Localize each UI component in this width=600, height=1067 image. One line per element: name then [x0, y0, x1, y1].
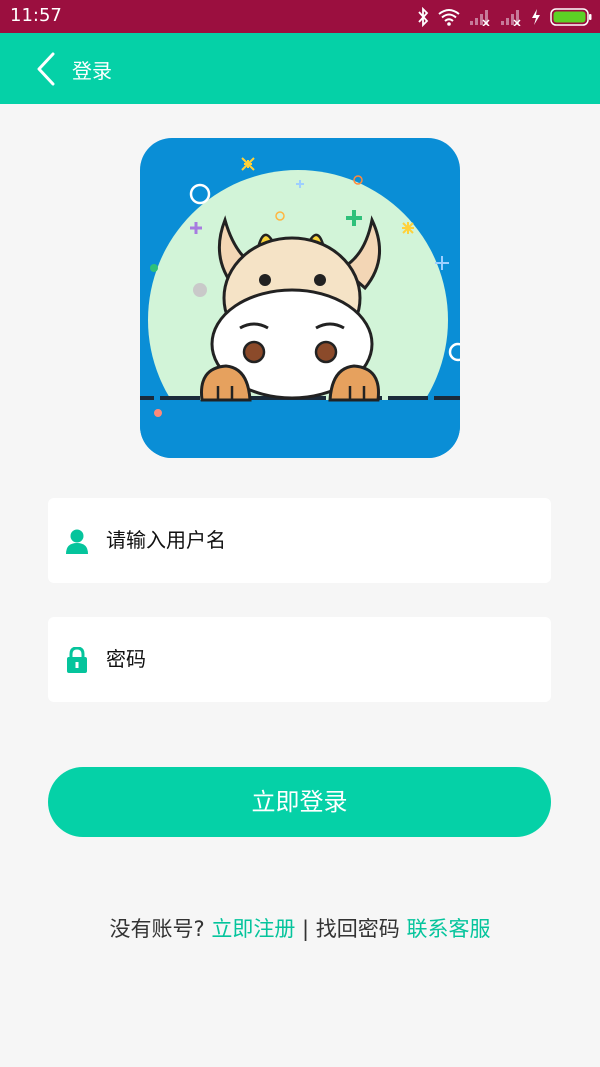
bottom-links: 没有账号? 立即注册 | 找回密码 联系客服	[0, 913, 600, 943]
wifi-icon	[438, 9, 460, 26]
username-placeholder: 请输入用户名	[106, 528, 226, 552]
register-link[interactable]: 立即注册	[211, 917, 295, 941]
username-field[interactable]: 请输入用户名	[48, 498, 551, 583]
charging-icon	[532, 9, 540, 25]
signal-icon	[501, 10, 521, 26]
cow-mascot-illustration	[140, 138, 460, 458]
back-button[interactable]	[28, 51, 64, 87]
user-icon	[66, 529, 88, 554]
status-time: 11:57	[10, 5, 62, 26]
chevron-left-icon	[37, 52, 55, 86]
page-title: 登录	[72, 59, 112, 83]
password-placeholder: 密码	[106, 647, 146, 671]
status-icons	[417, 5, 592, 29]
contact-service-link[interactable]: 联系客服	[406, 917, 490, 941]
status-bar: 11:57	[0, 0, 600, 33]
no-account-text: 没有账号?	[109, 917, 205, 941]
lock-icon	[67, 647, 87, 673]
login-button[interactable]: 立即登录	[48, 767, 551, 837]
bluetooth-icon	[418, 7, 429, 27]
password-field[interactable]: 密码	[48, 617, 551, 702]
app-bar: 登录	[0, 33, 600, 104]
link-separator: |	[302, 917, 316, 941]
signal-icon	[470, 10, 490, 26]
find-password-link[interactable]: 找回密码	[316, 917, 400, 941]
battery-icon	[550, 8, 592, 26]
